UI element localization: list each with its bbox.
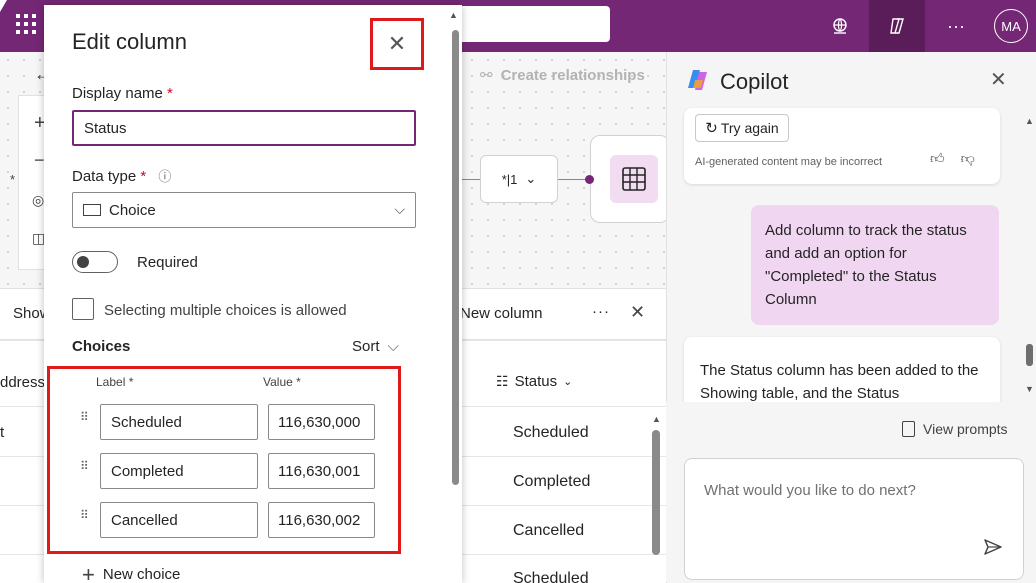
more-icon[interactable]: ··· [592, 303, 610, 320]
user-message: Add column to track the status and add a… [751, 205, 999, 325]
scroll-up-icon[interactable]: ▲ [449, 10, 458, 20]
sort-button[interactable]: Sort ⌵ [352, 338, 399, 355]
edit-column-panel: Edit column ✕ Display name * Status Data… [44, 5, 462, 583]
prompts-icon [902, 421, 915, 437]
scrollbar[interactable] [652, 430, 660, 555]
table-cell[interactable]: Completed [513, 473, 590, 491]
avatar[interactable]: MA [994, 9, 1028, 43]
table-cell[interactable]: Scheduled [513, 424, 589, 442]
table-cell[interactable]: Scheduled [513, 570, 589, 583]
mouse-cursor-icon [0, 0, 7, 12]
fit-view-icon[interactable]: ◎ [32, 192, 44, 209]
scroll-up-icon[interactable]: ▲ [652, 414, 661, 424]
scroll-down-icon[interactable]: ▼ [1025, 384, 1034, 394]
copilot-logo-icon [686, 68, 710, 92]
data-type-select[interactable]: Choice ⌵ [72, 192, 416, 228]
copilot-title: Copilot [720, 69, 789, 94]
close-icon: ✕ [387, 31, 407, 56]
send-icon[interactable] [983, 538, 1003, 561]
thumbs-up-icon[interactable]: 👍︎ [930, 150, 945, 167]
cardinality-label: *|1 [501, 171, 518, 187]
view-prompts-button[interactable]: View prompts [902, 421, 1008, 437]
chevron-down-icon: ⌵ [394, 201, 405, 217]
data-type-value: Choice [109, 201, 156, 219]
new-choice-button[interactable]: + New choice [82, 561, 181, 583]
required-label: Required [137, 254, 198, 271]
status-header-label: Status [514, 373, 558, 390]
ai-disclaimer: AI-generated content may be incorrect [695, 156, 883, 168]
info-icon[interactable]: ⓘ [158, 169, 171, 184]
new-column-button[interactable]: New column [460, 305, 543, 322]
scrollbar[interactable] [452, 30, 459, 485]
display-name-value: Status [84, 119, 127, 137]
table-icon [610, 155, 658, 203]
close-icon[interactable]: ✕ [630, 302, 645, 323]
display-name-label: Display name * [72, 85, 173, 102]
try-again-button[interactable]: ↻ Try again [695, 114, 789, 142]
relationship-cardinality[interactable]: *|1 ⌄ [480, 155, 558, 203]
choices-highlight [47, 366, 401, 554]
relation-dot [585, 175, 594, 184]
copilot-input[interactable] [684, 458, 1024, 580]
required-toggle[interactable] [72, 251, 118, 273]
assistant-message: The Status column has been added to the … [684, 337, 1000, 409]
asterisk-icon: * [10, 172, 16, 187]
column-header-status[interactable]: ☷ Status ⌄ [496, 373, 572, 390]
close-button[interactable]: ✕ [370, 18, 424, 70]
data-type-label: Data type * ⓘ [72, 168, 172, 185]
copilot-input-placeholder: What would you like to do next? [704, 482, 916, 499]
create-relationships-label: Create relationships [500, 66, 645, 84]
thumbs-down-icon[interactable]: 👎︎ [961, 150, 975, 167]
choices-title: Choices [72, 338, 131, 355]
choice-type-icon [83, 204, 101, 216]
chevron-down-icon: ⌄ [525, 171, 537, 186]
new-column-label: New column [460, 305, 543, 322]
multiple-choices-label: Selecting multiple choices is allowed [104, 302, 347, 319]
chevron-down-icon: ⌄ [563, 376, 573, 388]
zoom-out-icon[interactable]: − [34, 150, 45, 171]
environment-globe-icon[interactable] [812, 0, 868, 52]
view-prompts-label: View prompts [923, 421, 1008, 437]
create-relationships-button[interactable]: ⚯ Create relationships [480, 66, 645, 85]
close-icon[interactable]: ✕ [990, 67, 1007, 92]
choice-column-icon: ☷ [496, 373, 509, 389]
chevron-down-icon: ⌵ [387, 338, 399, 355]
table-cell[interactable]: Cancelled [513, 522, 584, 540]
display-name-field[interactable]: Status [72, 110, 416, 146]
waffle-icon[interactable] [10, 10, 38, 38]
feedback-group: 👍︎ 👎︎ [930, 150, 975, 167]
multiple-choices-checkbox[interactable] [72, 298, 94, 320]
search-input[interactable] [440, 6, 610, 42]
table-cell[interactable]: t [0, 424, 4, 441]
relationship-icon: ⚯ [480, 67, 493, 84]
copilot-icon[interactable] [869, 0, 925, 52]
column-header-address[interactable]: ddress [0, 374, 45, 391]
scrollbar[interactable] [1026, 344, 1033, 366]
sort-label: Sort [352, 338, 380, 355]
panel-title: Edit column [72, 29, 187, 54]
scroll-up-icon[interactable]: ▲ [1025, 116, 1034, 126]
plus-icon: + [82, 561, 95, 583]
more-icon[interactable]: ··· [928, 0, 984, 52]
retry-icon: ↻ [705, 120, 718, 137]
new-choice-label: New choice [102, 566, 181, 583]
try-again-label: Try again [720, 120, 779, 136]
